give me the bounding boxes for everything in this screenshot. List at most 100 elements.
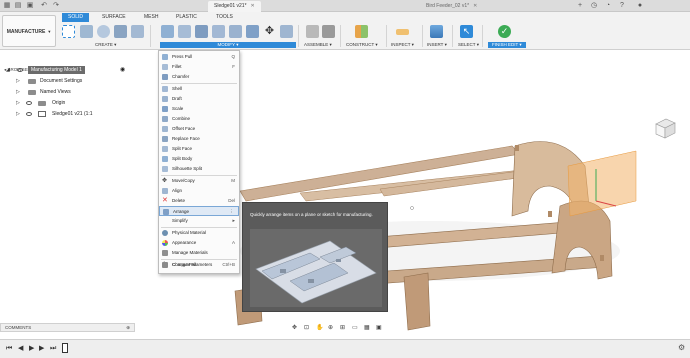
menu-item-arrange[interactable]: Arrange ⋮	[159, 206, 239, 216]
tab-tools[interactable]: TOOLS	[210, 13, 239, 22]
menu-item-silhouette-split[interactable]: Silhouette Split	[159, 164, 239, 174]
menu-item-press-pull[interactable]: Press Pull Q	[159, 52, 239, 62]
skip-end-icon[interactable]: ⏭	[50, 344, 56, 354]
close-icon[interactable]: ✕	[251, 3, 255, 9]
skip-start-icon[interactable]: ⏮	[6, 344, 12, 354]
extrude-icon[interactable]	[80, 25, 93, 38]
display-settings-icon[interactable]: ▭	[352, 323, 358, 333]
menu-item-fillet[interactable]: Fillet F	[159, 62, 239, 72]
workspace-switcher[interactable]: MANUFACTURE ▼	[2, 15, 56, 47]
add-comment-icon[interactable]: ⊕	[126, 324, 130, 332]
joint-icon[interactable]	[322, 25, 335, 38]
menu-item-compute-all[interactable]	[159, 270, 239, 275]
menu-item-replace-face[interactable]: Replace Face	[159, 134, 239, 144]
fit-icon[interactable]: ⊞	[340, 323, 345, 333]
group-inspect[interactable]: INSPECT ▾	[391, 42, 414, 48]
chevron-right-icon[interactable]: ▷	[16, 87, 20, 97]
orbit-icon[interactable]: ✥	[292, 323, 297, 333]
insert-image-icon[interactable]	[430, 25, 443, 38]
align-icon[interactable]	[280, 25, 293, 38]
comments-panel[interactable]: COMMENTS ⊕	[0, 323, 135, 332]
shell-icon[interactable]	[212, 25, 225, 38]
combine-icon[interactable]	[229, 25, 242, 38]
menu-item-appearance[interactable]: Appearance A	[159, 238, 239, 248]
chevron-right-icon[interactable]: ▷	[16, 109, 20, 119]
fillet-icon[interactable]	[178, 25, 191, 38]
timeline-marker[interactable]	[62, 343, 68, 353]
save-icon[interactable]: ▣	[26, 2, 34, 10]
tree-root[interactable]: ◢ Manufacturing Model 1 ◉	[0, 65, 150, 75]
measure-icon[interactable]	[396, 29, 409, 35]
pan-icon[interactable]: ✋	[316, 323, 323, 333]
tab-bird-feeder[interactable]: Bird Feeder_02 v1* ✕	[420, 1, 483, 12]
chevron-down-icon[interactable]: ◢	[6, 65, 10, 75]
chamfer-icon[interactable]	[195, 25, 208, 38]
notifications-icon[interactable]: ◔	[604, 2, 612, 10]
revolve-icon[interactable]	[97, 25, 110, 38]
extensions-icon[interactable]: ◷	[590, 2, 598, 10]
tree-item-origin[interactable]: ▷ Origin	[0, 98, 150, 108]
tab-solid[interactable]: SOLID	[62, 13, 90, 22]
group-select[interactable]: SELECT ▾	[458, 42, 479, 48]
close-icon[interactable]: ✕	[473, 3, 477, 9]
viewports-icon[interactable]: ▣	[376, 323, 382, 333]
move-icon[interactable]: ✥	[263, 25, 276, 38]
tab-plastic[interactable]: PLASTIC	[170, 13, 203, 22]
zoom-icon[interactable]: ⊕	[328, 323, 333, 333]
menu-item-split-face[interactable]: Split Face	[159, 144, 239, 154]
tab-surface[interactable]: SURFACE	[96, 13, 132, 22]
app-grid-icon[interactable]: ▦	[3, 2, 11, 10]
menu-item-split-body[interactable]: Split Body	[159, 154, 239, 164]
tab-mesh[interactable]: MESH	[138, 13, 164, 22]
scale-icon[interactable]	[246, 25, 259, 38]
new-tab-icon[interactable]: +	[576, 2, 584, 10]
step-forward-icon[interactable]: ▶	[39, 344, 44, 354]
menu-item-compute-all-row[interactable]: Compute All Ctrl+B	[159, 260, 239, 270]
menu-item-delete[interactable]: ✕ Delete Del	[159, 196, 239, 206]
group-assemble[interactable]: ASSEMBLE ▾	[304, 42, 332, 48]
tree-item-document-settings[interactable]: ▷ Document Settings	[0, 76, 150, 86]
menu-item-offset-face[interactable]: Offset Face	[159, 124, 239, 134]
pattern-icon[interactable]	[131, 25, 144, 38]
gear-icon[interactable]: ⚙	[678, 343, 685, 352]
visibility-eye-icon[interactable]	[26, 112, 32, 116]
hole-icon[interactable]	[114, 25, 127, 38]
press-pull-icon[interactable]	[161, 25, 174, 38]
group-finish-edit[interactable]: FINISH EDIT ▾	[488, 42, 526, 48]
finish-edit-check-icon[interactable]: ✓	[498, 25, 511, 38]
step-back-icon[interactable]: ◀	[18, 344, 23, 354]
viewcube[interactable]	[652, 115, 678, 141]
menu-item-physical-material[interactable]: Physical Material	[159, 228, 239, 238]
new-component-icon[interactable]	[306, 25, 319, 38]
menu-item-shell[interactable]: Shell	[159, 84, 239, 94]
chevron-right-icon[interactable]: ▷	[16, 76, 20, 86]
help-icon[interactable]: ?	[618, 2, 626, 10]
play-icon[interactable]: ▶	[29, 344, 34, 354]
grid-settings-icon[interactable]: ▦	[364, 323, 370, 333]
menu-item-simplify[interactable]: Simplify ▸	[159, 216, 239, 226]
visibility-eye-icon[interactable]	[17, 68, 23, 72]
group-insert[interactable]: INSERT ▾	[427, 42, 447, 48]
group-construct[interactable]: CONSTRUCT ▾	[346, 42, 378, 48]
menu-item-draft[interactable]: Draft	[159, 94, 239, 104]
user-avatar-icon[interactable]: ●	[636, 2, 644, 10]
new-sketch-icon[interactable]	[62, 25, 75, 38]
tree-item-sledge[interactable]: ▷ Sledge01 v21 (1:1	[0, 109, 150, 119]
redo-icon[interactable]: ↷	[52, 2, 60, 10]
look-at-icon[interactable]: ⊡	[304, 323, 309, 333]
radio-active-icon[interactable]: ◉	[120, 65, 125, 75]
menu-item-chamfer[interactable]: Chamfer	[159, 72, 239, 82]
chevron-right-icon[interactable]: ▷	[16, 98, 20, 108]
menu-item-combine[interactable]: Combine	[159, 114, 239, 124]
visibility-eye-icon[interactable]	[26, 101, 32, 105]
file-icon[interactable]: ▤	[14, 2, 22, 10]
group-modify[interactable]: MODIFY ▾	[160, 42, 296, 48]
undo-icon[interactable]: ↶	[40, 2, 48, 10]
menu-item-align[interactable]: Align	[159, 186, 239, 196]
select-cursor-icon[interactable]: ↖	[460, 25, 473, 38]
menu-item-move-copy[interactable]: ✥ Move/Copy M	[159, 176, 239, 186]
group-create[interactable]: CREATE ▾	[95, 42, 116, 48]
tab-sledge[interactable]: Sledge01 v21* ✕	[208, 1, 261, 12]
menu-item-scale[interactable]: Scale	[159, 104, 239, 114]
menu-item-manage-materials[interactable]: Manage Materials	[159, 248, 239, 258]
